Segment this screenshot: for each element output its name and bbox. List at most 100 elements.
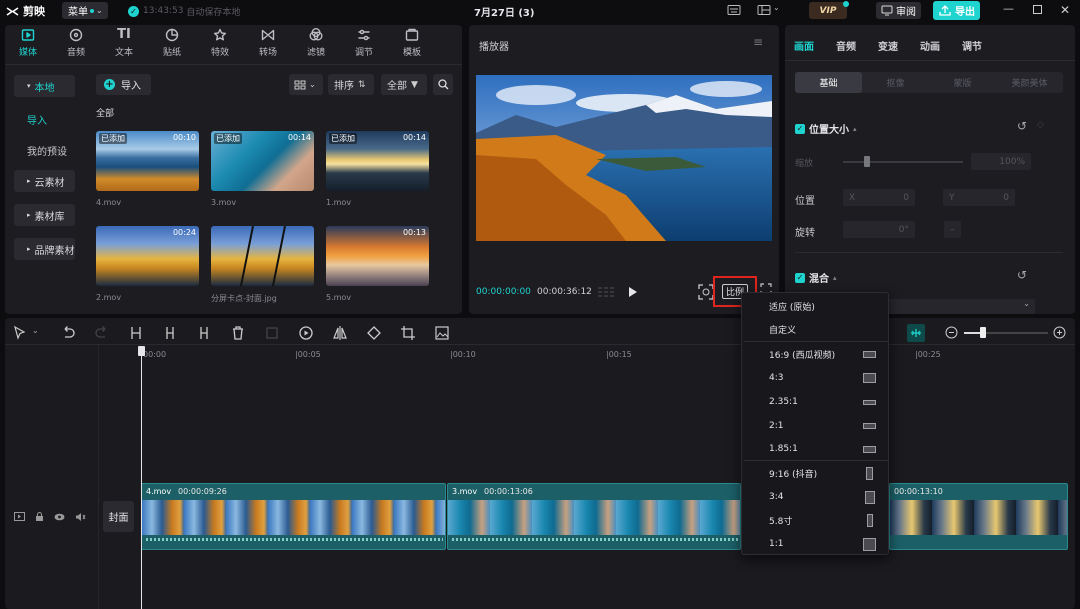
position-size-header[interactable]: ✓ 位置大小 ▴	[795, 121, 857, 136]
menu-item-5-8-inch[interactable]: 5.8寸	[742, 509, 890, 531]
image-edit-icon[interactable]	[434, 325, 450, 341]
snapshot-icon[interactable]	[698, 284, 714, 300]
cover-button[interactable]: 封面	[103, 501, 134, 532]
menu-item-4-3[interactable]: 4:3	[742, 367, 890, 389]
select-cursor-icon[interactable]	[12, 325, 28, 341]
timeline-clip[interactable]: 4.mov 00:00:09:26	[141, 483, 446, 550]
menu-item-2-35-1[interactable]: 2.35:1	[742, 391, 890, 413]
tab-sticker[interactable]: 贴纸	[152, 28, 192, 60]
tab-template[interactable]: 模板	[392, 28, 432, 60]
import-button[interactable]: + 导入	[96, 74, 151, 95]
close-icon[interactable]: ✕	[1060, 3, 1070, 17]
reset-icon[interactable]: ↺	[1017, 268, 1027, 282]
scale-input[interactable]: 100%	[971, 153, 1031, 170]
subtab-basic[interactable]: 基础	[795, 72, 862, 93]
playhead-line[interactable]	[141, 354, 142, 609]
tab-speed[interactable]: 变速	[878, 38, 898, 53]
tab-text[interactable]: TI 文本	[104, 28, 144, 60]
nav-library[interactable]: ▸ 素材库	[14, 204, 75, 226]
tab-animation[interactable]: 动画	[920, 38, 940, 53]
nav-import[interactable]: 导入	[27, 112, 47, 127]
blend-header[interactable]: ✓ 混合 ▴	[795, 270, 837, 285]
sort-button[interactable]: 排序 ⇅	[328, 74, 374, 95]
minimize-icon[interactable]: —	[1003, 2, 1014, 15]
media-item[interactable]: 分屏卡点-封面.jpg	[211, 226, 314, 304]
tab-effects[interactable]: 特效	[200, 28, 240, 60]
subtab-beauty[interactable]: 美颜美体	[996, 72, 1063, 93]
tab-media[interactable]: 媒体	[8, 28, 48, 60]
filter-all-button[interactable]: 全部 ▼	[381, 74, 427, 95]
trim-left-icon[interactable]	[162, 325, 178, 341]
menu-button[interactable]: 菜单 ⌄	[62, 2, 108, 19]
menu-item-1-85-1[interactable]: 1.85:1	[742, 438, 890, 460]
subtab-mask[interactable]: 蒙版	[929, 72, 996, 93]
media-item[interactable]: 已添加 00:14 1.mov	[326, 131, 429, 207]
menu-item-custom[interactable]: 自定义	[742, 318, 890, 340]
zoom-in-icon[interactable]	[1053, 326, 1066, 339]
tab-adjust[interactable]: 调节	[344, 28, 384, 60]
menu-item-3-4[interactable]: 3:4	[742, 486, 890, 508]
tab-transition[interactable]: 转场	[248, 28, 288, 60]
reverse-icon[interactable]	[298, 325, 314, 341]
nav-brand[interactable]: ▸ 品牌素材	[14, 238, 75, 260]
position-y-input[interactable]: Y0	[943, 189, 1015, 206]
undo-icon[interactable]	[60, 325, 76, 341]
zoom-slider-handle[interactable]	[980, 327, 986, 338]
mute-icon[interactable]	[75, 512, 86, 522]
timecode-format-icon[interactable]	[597, 285, 615, 299]
tab-audio[interactable]: 音频	[56, 28, 96, 60]
timeline-clip[interactable]: 3.mov 00:00:13:06	[447, 483, 741, 550]
video-preview[interactable]	[476, 75, 772, 241]
tab-picture[interactable]: 画面	[794, 38, 814, 53]
vip-badge[interactable]: VIP	[809, 1, 849, 19]
rotate-input[interactable]: 0°	[843, 221, 915, 238]
position-x-input[interactable]: X0	[843, 189, 915, 206]
player-menu-icon[interactable]: ≡	[753, 35, 763, 49]
media-item[interactable]: 已添加 00:10 4.mov	[96, 131, 199, 207]
rotate-button[interactable]: –	[944, 221, 961, 238]
menu-item-fit-original[interactable]: 适应 (原始)	[742, 295, 890, 317]
menu-item-2-1[interactable]: 2:1	[742, 415, 890, 437]
tab-inspector-audio[interactable]: 音频	[836, 38, 856, 53]
review-button[interactable]: 审阅	[876, 2, 921, 19]
keyboard-icon[interactable]	[727, 4, 741, 16]
nav-presets[interactable]: 我的预设	[27, 143, 67, 158]
blend-mode-select[interactable]: ⌄	[885, 299, 1035, 314]
search-button[interactable]	[433, 74, 453, 95]
mirror-icon[interactable]	[332, 325, 348, 341]
track-preview-icon[interactable]	[14, 512, 25, 521]
trim-right-icon[interactable]	[196, 325, 212, 341]
menu-item-1-1[interactable]: 1:1	[742, 533, 890, 555]
delete-icon[interactable]	[230, 325, 246, 341]
media-item[interactable]: 00:24 2.mov	[96, 226, 199, 302]
media-item[interactable]: 已添加 00:14 3.mov	[211, 131, 314, 207]
cursor-chevron-icon[interactable]: ⌄	[32, 326, 39, 335]
nav-local[interactable]: ▾ 本地	[14, 75, 75, 97]
tab-filter[interactable]: 滤镜	[296, 28, 336, 60]
zoom-out-icon[interactable]	[945, 326, 958, 339]
checkbox-icon[interactable]: ✓	[795, 272, 805, 283]
lock-icon[interactable]	[35, 512, 44, 522]
keyframe-icon[interactable]: ◇	[1037, 120, 1044, 130]
play-icon[interactable]	[628, 286, 638, 298]
menu-item-16-9[interactable]: 16:9 (西瓜视频)	[742, 343, 890, 365]
eye-icon[interactable]	[54, 513, 65, 521]
view-mode-button[interactable]: ⌄	[289, 74, 323, 95]
rotate-icon[interactable]	[366, 325, 382, 341]
media-item[interactable]: 00:13 5.mov	[326, 226, 429, 302]
timeline-clip[interactable]: 00:00:13:10	[889, 483, 1068, 550]
layout-chevron-icon[interactable]: ⌄	[773, 3, 780, 12]
split-icon[interactable]	[128, 325, 144, 341]
snap-toggle[interactable]	[907, 324, 925, 342]
reset-icon[interactable]: ↺	[1017, 119, 1027, 133]
menu-item-9-16[interactable]: 9:16 (抖音)	[742, 462, 890, 484]
export-button[interactable]: 导出	[933, 1, 980, 20]
tab-inspector-adjust[interactable]: 调节	[962, 38, 982, 53]
layout-icon[interactable]	[757, 4, 771, 16]
scale-slider-handle[interactable]	[864, 156, 870, 167]
checkbox-icon[interactable]: ✓	[795, 123, 805, 134]
scale-slider[interactable]	[843, 161, 963, 163]
nav-cloud[interactable]: ▸ 云素材	[14, 170, 75, 192]
maximize-icon[interactable]	[1033, 5, 1042, 14]
subtab-keying[interactable]: 抠像	[862, 72, 929, 93]
